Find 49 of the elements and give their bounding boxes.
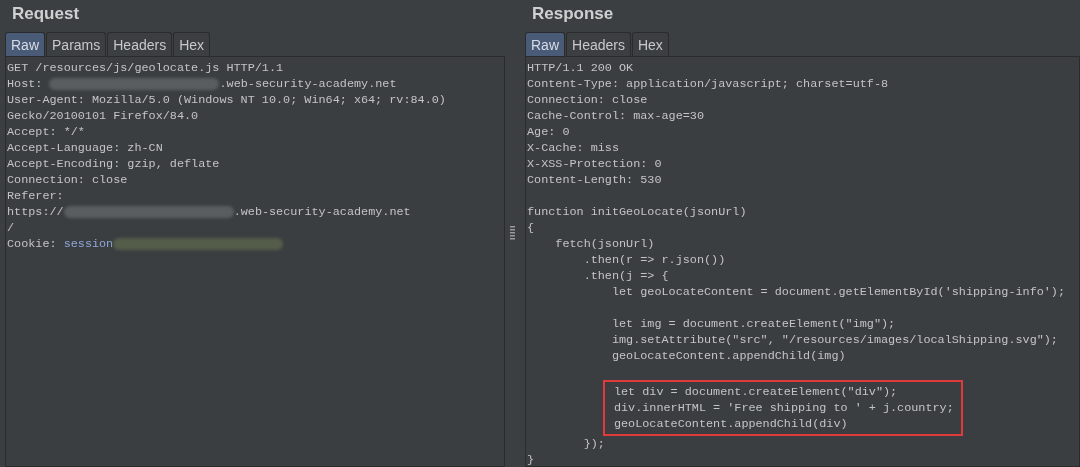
code-text: Referer: <box>7 188 64 204</box>
code-text: div.innerHTML = 'Free shipping to ' + j.country; <box>612 400 954 416</box>
code-text: function initGeoLocate(jsonUrl) <box>527 204 747 220</box>
code-text: .then(r => r.json()) <box>582 252 726 268</box>
code-text: Connection: close <box>527 92 648 108</box>
code-text: Cookie: <box>7 236 58 252</box>
code-text: let img = document.createElement("img"); <box>610 316 896 332</box>
code-text: .web-security-academy.net <box>219 76 397 92</box>
code-text: Connection: close <box>7 172 128 188</box>
tab[interactable]: Raw <box>5 32 45 56</box>
code-text: }); <box>582 436 605 452</box>
panel-title: Response <box>531 3 615 25</box>
tab[interactable]: Raw <box>525 32 565 56</box>
code-text: HTTP/1.1 200 OK <box>527 60 634 76</box>
code-text: User-Agent: Mozilla/5.0 (Windows NT 10.0; Win64; x64; rv:84.0) <box>7 92 446 108</box>
code-text: } <box>527 452 535 466</box>
code-text: .then(j => { <box>582 268 669 284</box>
code-text: https:// <box>7 204 64 220</box>
tab[interactable]: Hex <box>173 32 211 56</box>
tab[interactable]: Headers <box>107 32 173 56</box>
code-text: .web-security-academy.net <box>233 204 411 220</box>
code-text: geoLocateContent.appendChild(div) <box>612 416 848 432</box>
tab[interactable]: Hex <box>631 32 669 56</box>
splitter-grip-icon[interactable] <box>510 225 515 242</box>
code-text: { <box>527 220 535 236</box>
code-text: Content-Type: application/javascript; charset=utf-8 <box>527 76 889 92</box>
tab[interactable]: Headers <box>566 32 631 56</box>
code-text: GET /resources/js/geolocate.js HTTP/1.1 <box>7 60 284 76</box>
code-text: / <box>7 220 15 236</box>
code-text: Host: <box>7 76 44 92</box>
code-text: X-Cache: miss <box>527 140 620 156</box>
message-editor[interactable] <box>5 56 505 467</box>
code-text: Age: 0 <box>527 124 570 140</box>
code-text: Cache-Control: max-age=30 <box>527 108 704 124</box>
panel-title: Request <box>11 3 81 25</box>
code-text: Accept-Language: zh-CN <box>7 140 163 156</box>
code-text: let geoLocateContent = document.getElementById('shipping-info'); <box>610 284 1066 300</box>
code-text: Accept-Encoding: gzip, deflate <box>7 156 220 172</box>
code-text: Gecko/20100101 Firefox/84.0 <box>7 108 199 124</box>
tab[interactable]: Params <box>46 32 107 56</box>
code-text: X-XSS-Protection: 0 <box>527 156 662 172</box>
code-text: Accept: */* <box>7 124 85 140</box>
param-name: session <box>63 236 114 252</box>
code-text: img.setAttribute("src", "/resources/images/localShipping.svg"); <box>610 332 1058 348</box>
code-text: let div = document.createElement("div"); <box>612 384 898 400</box>
message-editor[interactable] <box>525 56 1080 467</box>
code-text: Content-Length: 530 <box>527 172 662 188</box>
code-text: geoLocateContent.appendChild(img) <box>610 348 846 364</box>
code-text: fetch(jsonUrl) <box>554 236 655 252</box>
